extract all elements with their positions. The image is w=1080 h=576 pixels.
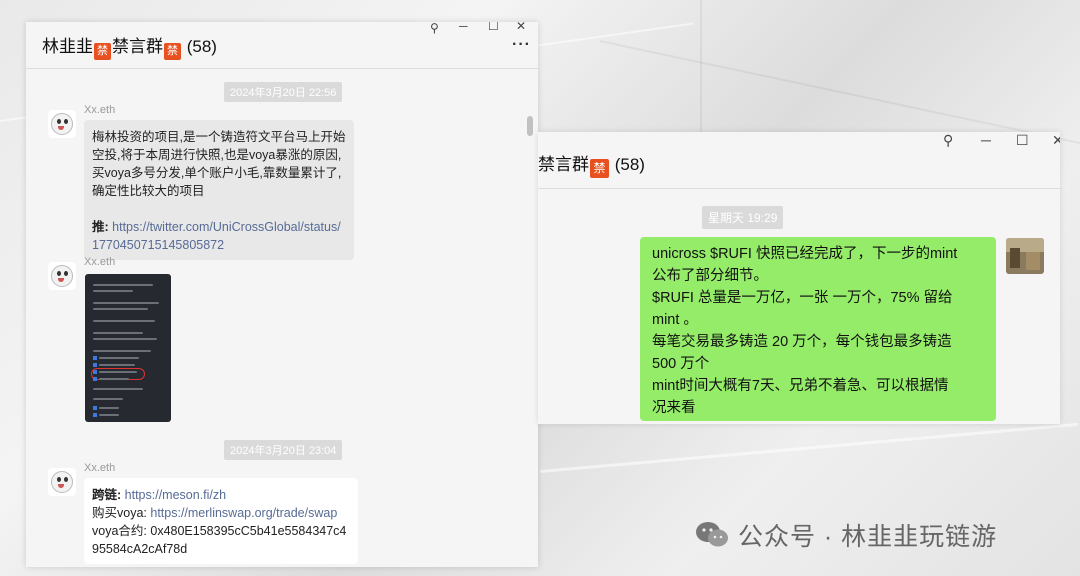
pin-icon[interactable]: ⚲ bbox=[943, 133, 953, 147]
timestamp: 2024年3月20日 22:56 bbox=[224, 82, 343, 102]
sender-name: Xx.eth bbox=[84, 462, 116, 474]
close-button[interactable]: ✕ bbox=[1052, 133, 1060, 147]
message-bubble[interactable]: unicross $RUFI 快照已经完成了，下一步的mint 公布了部分细节。… bbox=[640, 237, 996, 421]
avatar[interactable] bbox=[1006, 238, 1044, 274]
scrollbar-thumb[interactable] bbox=[527, 116, 533, 136]
link-prefix: 推: bbox=[92, 220, 109, 234]
member-count: (58) bbox=[186, 37, 217, 56]
message-line: 每笔交易最多铸造 20 万个，每个钱包最多铸造 bbox=[652, 334, 952, 350]
timestamp: 星期天 19:29 bbox=[702, 206, 784, 229]
more-options-icon[interactable]: ··· bbox=[512, 36, 531, 54]
message-bubble[interactable]: 梅林投资的项目,是一个铸造符文平台马上开始空投,将于本周进行快照,也是voya暴… bbox=[84, 120, 354, 260]
merlinswap-link[interactable]: https://merlinswap.org/trade/swap bbox=[150, 506, 337, 520]
chat-title: 林韭韭禁禁言群禁 (58) bbox=[42, 32, 217, 60]
chat-title-name: 林韭韭 bbox=[42, 37, 93, 56]
message-link-line: 推: https://twitter.com/UniCrossGlobal/st… bbox=[92, 218, 346, 254]
minimize-button[interactable]: ─ bbox=[981, 133, 991, 147]
ban-badge: 禁 bbox=[590, 159, 609, 178]
line-label: voya合约: bbox=[92, 524, 147, 538]
member-count: (58) bbox=[614, 155, 645, 174]
ban-badge: 禁 bbox=[94, 43, 111, 60]
message-line-contract: voya合约: 0x480E158395cC5b41e5584347c49558… bbox=[92, 522, 350, 558]
watermark-text: 公众号 · 林韭韭玩链游 bbox=[737, 523, 998, 551]
close-button[interactable]: ✕ bbox=[516, 22, 526, 32]
line-label: 购买voya: bbox=[92, 506, 147, 520]
maximize-button[interactable]: ☐ bbox=[488, 22, 499, 32]
chat-window-left: 林韭韭禁禁言群禁 (58) ⚲ ─ ☐ ✕ ··· 2024年3月20日 22:… bbox=[26, 22, 538, 567]
message-line: mint 。 bbox=[652, 312, 698, 328]
watermark: 公众号 · 林韭韭玩链游 bbox=[694, 517, 997, 553]
message-bubble[interactable]: 跨链: https://meson.fi/zh 购买voya: https://… bbox=[84, 478, 358, 564]
message-line: 公布了部分细节。 bbox=[652, 268, 768, 284]
message-line: unicross $RUFI 快照已经完成了，下一步的mint bbox=[652, 246, 958, 262]
twitter-link[interactable]: https://twitter.com/UniCrossGlobal/statu… bbox=[92, 220, 341, 252]
timestamp: 2024年3月20日 23:04 bbox=[224, 440, 343, 460]
chat-title: 禁言群禁 (58) bbox=[538, 150, 645, 178]
avatar[interactable] bbox=[48, 468, 76, 496]
chat-window-right: 禁言群禁 (58) ⚲ ─ ☐ ✕ 星期天 19:29 unicross $RU… bbox=[538, 132, 1060, 424]
message-line-bridge: 跨链: https://meson.fi/zh bbox=[92, 486, 350, 504]
chat-title-group: 禁言群 bbox=[112, 37, 163, 56]
sender-name: Xx.eth bbox=[84, 256, 116, 268]
title-bar: 林韭韭禁禁言群禁 (58) ⚲ ─ ☐ ✕ ··· bbox=[26, 22, 538, 68]
chat-title-group: 禁言群 bbox=[538, 155, 589, 174]
message-line: $RUFI 总量是一万亿，一张 一万个，75% 留给 bbox=[652, 290, 953, 306]
title-divider bbox=[538, 188, 1060, 189]
minimize-button[interactable]: ─ bbox=[459, 22, 468, 32]
avatar[interactable] bbox=[48, 262, 76, 290]
ban-badge: 禁 bbox=[164, 43, 181, 60]
pin-icon[interactable]: ⚲ bbox=[430, 22, 439, 34]
message-line: 500 万个 bbox=[652, 356, 710, 372]
line-label: 跨链: bbox=[92, 488, 122, 502]
message-line: 况来看 bbox=[652, 400, 696, 416]
message-line-buy: 购买voya: https://merlinswap.org/trade/swa… bbox=[92, 504, 350, 522]
sender-name: Xx.eth bbox=[84, 104, 116, 116]
image-message-thumbnail[interactable] bbox=[85, 274, 171, 422]
wechat-icon bbox=[696, 522, 728, 547]
message-text: 梅林投资的项目,是一个铸造符文平台马上开始空投,将于本周进行快照,也是voya暴… bbox=[92, 130, 346, 198]
avatar[interactable] bbox=[48, 110, 76, 138]
maximize-button[interactable]: ☐ bbox=[1016, 133, 1029, 147]
message-line: mint时间大概有7天、兄弟不着急、可以根据情 bbox=[652, 378, 949, 394]
title-divider bbox=[26, 68, 538, 69]
meson-link[interactable]: https://meson.fi/zh bbox=[125, 488, 226, 502]
